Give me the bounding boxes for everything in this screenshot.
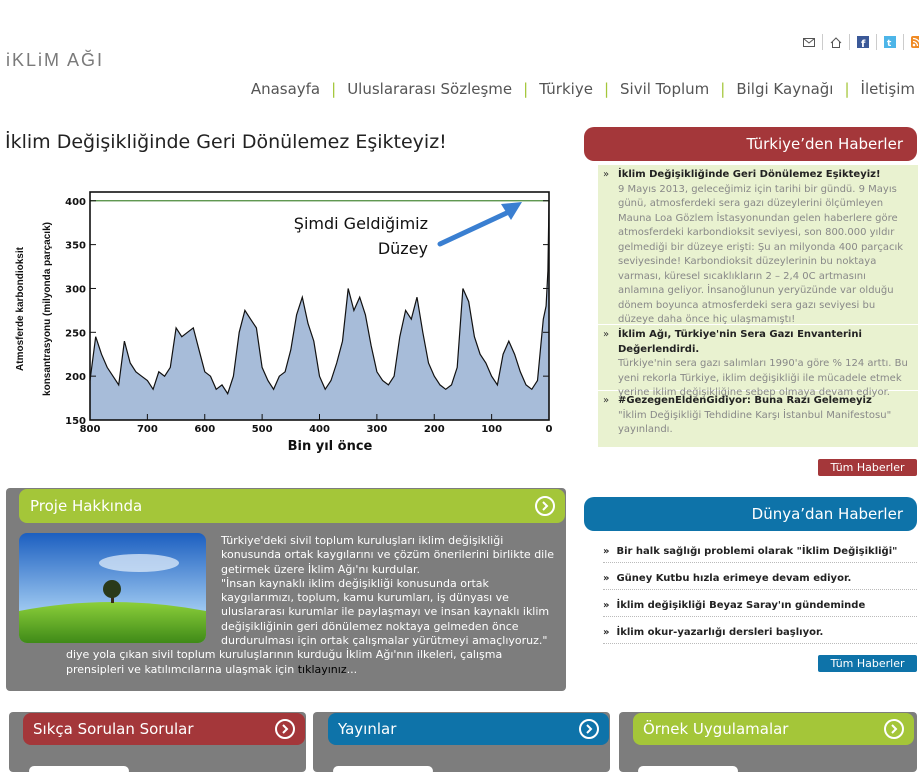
y-tick-label: 350 — [65, 241, 86, 252]
nav-iletisim[interactable]: İletişim — [861, 80, 915, 98]
x-tick-label: 400 — [309, 424, 330, 435]
home-icon[interactable] — [823, 34, 850, 50]
envelope-icon[interactable] — [796, 34, 823, 50]
nav-separator: | — [603, 80, 609, 98]
y-axis-label-2: konsantrasyonu (milyonda parçacık) — [42, 222, 53, 396]
publications-header[interactable]: Yayınlar — [328, 713, 609, 745]
news-title[interactable]: İklim Ağı, Türkiye'nin Sera Gazı Envante… — [618, 328, 912, 357]
arrow-right-icon[interactable] — [884, 719, 904, 739]
news-title[interactable]: #GezegenEldenGidiyor: Buna Razı Gelemeyi… — [618, 394, 912, 409]
annotation-arrow-head — [501, 202, 522, 220]
list-item[interactable]: » İklim Değişikliğinde Geri Dönülemez Eş… — [598, 165, 918, 325]
world-news-title[interactable]: Güney Kutbu hızla erimeye devam ediyor. — [616, 573, 851, 584]
examples-title: Örnek Uygulamalar — [643, 720, 789, 738]
svg-text:t: t — [887, 39, 892, 48]
project-text-end: diye yola çıkan sivil toplum kuruluşları… — [66, 648, 503, 676]
bullet-icon: » — [603, 627, 610, 638]
project-paragraph-end: diye yola çıkan sivil toplum kuruluşları… — [66, 648, 561, 677]
site-logo[interactable]: iKLiM AĞI — [6, 50, 104, 71]
nav-sivil-toplum[interactable]: Sivil Toplum — [620, 80, 709, 98]
co2-area — [90, 200, 549, 420]
news-desc: 9 Mayıs 2013, geleceğimiz için tarihi bi… — [618, 183, 904, 326]
arrow-right-icon[interactable] — [535, 496, 555, 516]
list-item[interactable]: » İklim değişikliği Beyaz Saray'ın gündem… — [603, 598, 917, 617]
facebook-icon[interactable]: f — [850, 34, 877, 50]
nav-separator: | — [331, 80, 337, 98]
bullet-icon: » — [603, 395, 610, 406]
list-item[interactable]: » #GezegenEldenGidiyor: Buna Razı Geleme… — [598, 391, 918, 442]
world-news-header[interactable]: Dünya’dan Haberler — [584, 497, 917, 531]
bullet-icon: » — [603, 573, 610, 584]
annotation-arrow — [437, 207, 516, 247]
x-tick-label: 600 — [194, 424, 215, 435]
x-tick-label: 0 — [546, 424, 553, 435]
main-headline[interactable]: İklim Değişikliğinde Geri Dönülemez Eşik… — [5, 131, 447, 153]
list-item[interactable]: » İklim Ağı, Türkiye'nin Sera Gazı Envan… — [598, 325, 918, 398]
arrow-right-icon[interactable] — [579, 719, 599, 739]
nav-separator: | — [844, 80, 850, 98]
arrow-right-icon[interactable] — [275, 719, 295, 739]
ellipsis: ... — [346, 662, 358, 676]
project-text: Türkiye'deki sivil toplum kuruluşları ik… — [66, 534, 561, 677]
x-tick-label: 300 — [366, 424, 387, 435]
turkey-all-news-button[interactable]: Tüm Haberler — [818, 459, 917, 476]
svg-text:f: f — [861, 39, 866, 48]
world-news-title[interactable]: Bir halk sağlığı problemi olarak "İklim … — [616, 546, 897, 557]
list-item[interactable]: » Bir halk sağlığı problemi olarak "İklim… — [603, 544, 917, 563]
nav-separator: | — [720, 80, 726, 98]
y-tick-label: 250 — [65, 328, 86, 339]
faq-header[interactable]: Sıkça Sorulan Sorular — [23, 713, 305, 745]
bullet-icon: » — [603, 169, 610, 180]
nav-turkiye[interactable]: Türkiye — [539, 80, 593, 98]
header-icons: f t — [796, 34, 919, 50]
list-item[interactable]: » İklim okur-yazarlığı dersleri başlıyor. — [603, 625, 917, 644]
project-header[interactable]: Proje Hakkında — [19, 489, 565, 523]
project-quote: "İnsan kaynaklı iklim değişikliği konusu… — [221, 576, 550, 648]
rss-icon[interactable] — [904, 34, 919, 50]
news-desc: "İklim Değişikliği Tehdidine Karşı İstan… — [618, 409, 892, 436]
list-item[interactable]: » Güney Kutbu hızla erimeye devam ediyor. — [603, 571, 917, 590]
nav-uluslararasi-sozlesme[interactable]: Uluslararası Sözleşme — [347, 80, 512, 98]
world-news-title[interactable]: İklim değişikliği Beyaz Saray'ın gündemi… — [616, 600, 865, 611]
news-title[interactable]: İklim Değişikliğinde Geri Dönülemez Eşik… — [618, 168, 912, 183]
nav-separator: | — [523, 80, 529, 98]
turkey-news-header[interactable]: Türkiye’den Haberler — [584, 127, 917, 161]
publications-title: Yayınlar — [338, 720, 397, 738]
x-tick-label: 800 — [80, 424, 101, 435]
faq-title: Sıkça Sorulan Sorular — [33, 720, 194, 738]
annotation-line-1: Şimdi Geldiğimiz — [294, 214, 428, 233]
bullet-icon: » — [603, 329, 610, 340]
turkey-news-list: » İklim Değişikliğinde Geri Dönülemez Eş… — [598, 165, 918, 447]
twitter-icon[interactable]: t — [877, 34, 904, 50]
examples-header[interactable]: Örnek Uygulamalar — [633, 713, 914, 745]
y-tick-label: 400 — [65, 197, 86, 208]
co2-chart: 150200250300350400800 700 600 500 400 300 200 1… — [15, 191, 553, 454]
annotation-line-2: Düzey — [378, 239, 428, 258]
bullet-icon: » — [603, 546, 610, 557]
project-paragraph: Türkiye'deki sivil toplum kuruluşları ik… — [221, 534, 555, 576]
card-thumb — [333, 766, 433, 776]
nav-bilgi-kaynagi[interactable]: Bilgi Kaynağı — [736, 80, 833, 98]
x-tick-label: 500 — [252, 424, 273, 435]
card-thumb — [29, 766, 129, 776]
y-axis-label-1: Atmosferde karbondioksit — [15, 246, 26, 371]
main-nav: Anasayfa | Uluslararası Sözleşme | Türkiye… — [251, 80, 915, 98]
card-thumb — [638, 766, 738, 776]
x-tick-label: 100 — [481, 424, 502, 435]
y-tick-label: 200 — [65, 372, 86, 383]
project-link[interactable]: tıklayınız — [298, 663, 347, 676]
x-tick-label: 700 — [137, 424, 158, 435]
project-title: Proje Hakkında — [30, 497, 143, 515]
x-tick-label: 200 — [424, 424, 445, 435]
y-tick-label: 300 — [65, 284, 86, 295]
world-news-title[interactable]: İklim okur-yazarlığı dersleri başlıyor. — [616, 627, 823, 638]
x-axis-label: Bin yıl önce — [288, 439, 373, 454]
world-all-news-button[interactable]: Tüm Haberler — [818, 655, 917, 672]
bullet-icon: » — [603, 600, 610, 611]
nav-anasayfa[interactable]: Anasayfa — [251, 80, 320, 98]
